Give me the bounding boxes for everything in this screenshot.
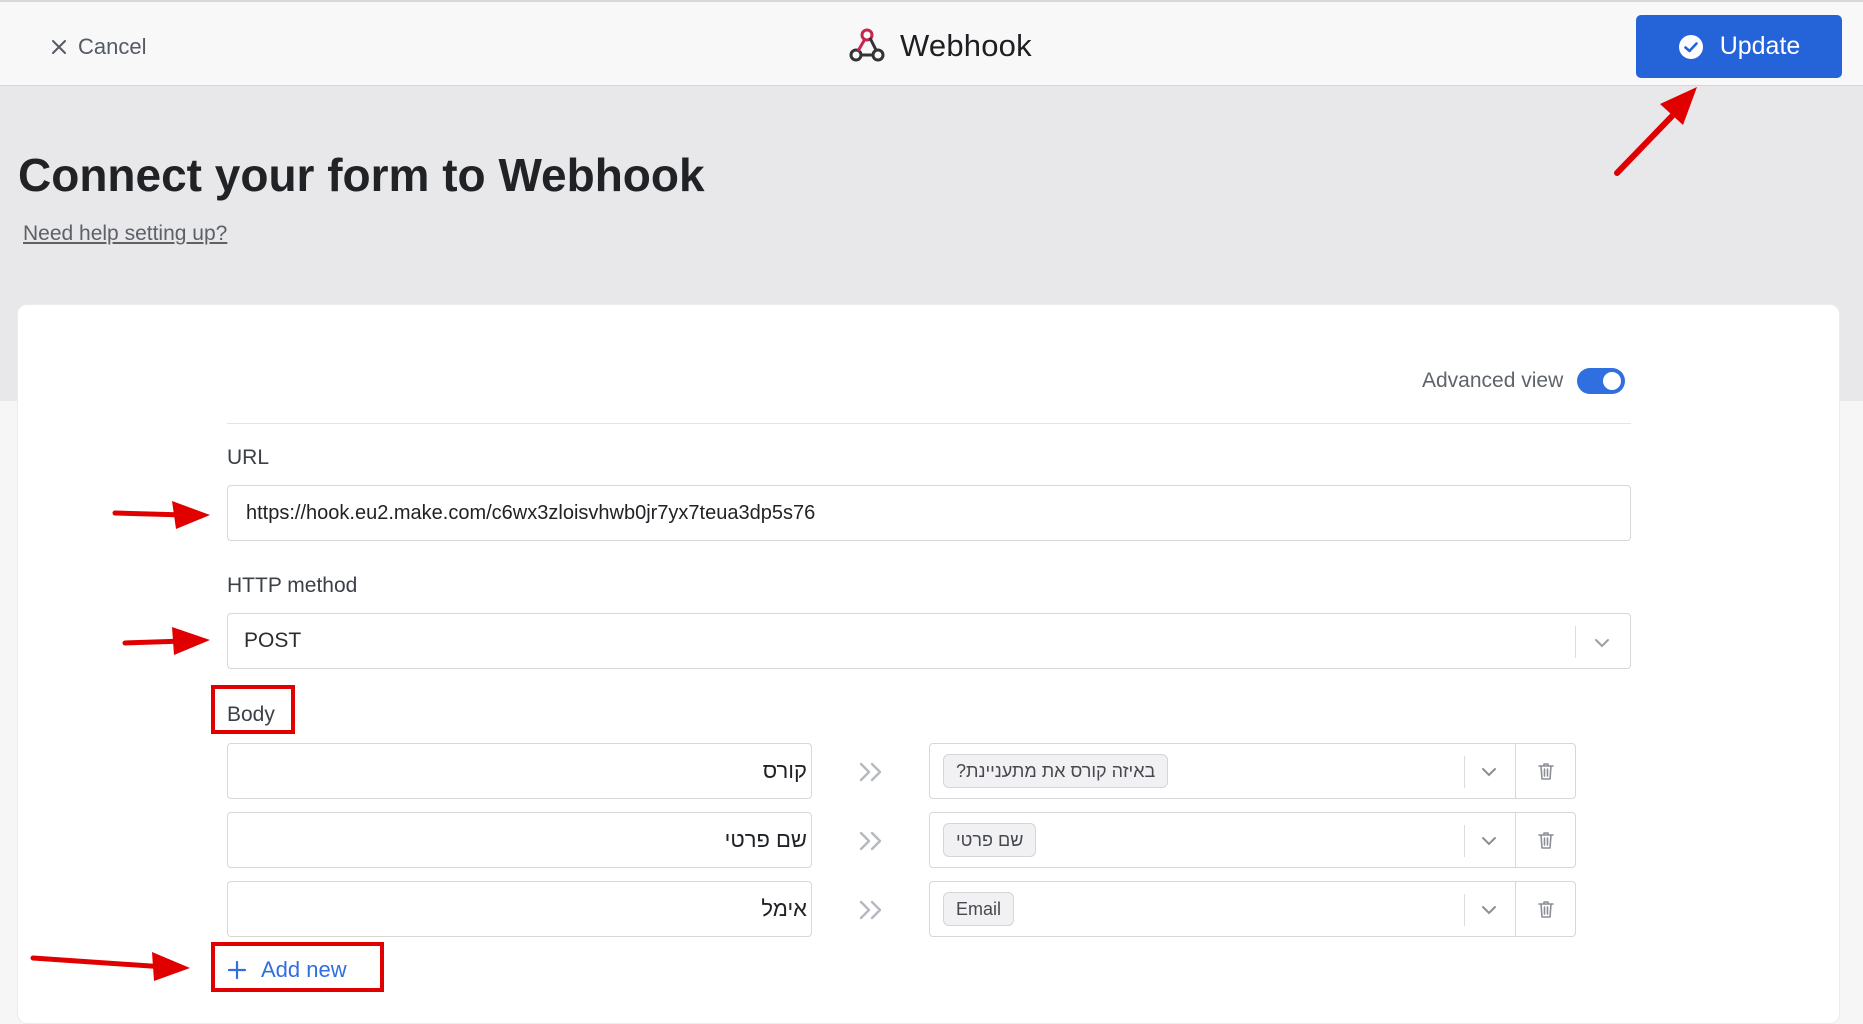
annotation-arrows (30, 87, 1697, 981)
arrow-to-add-new (30, 952, 190, 981)
arrow-to-http-method (122, 627, 210, 655)
arrow-to-url (112, 501, 210, 529)
arrow-to-update (1614, 87, 1697, 176)
